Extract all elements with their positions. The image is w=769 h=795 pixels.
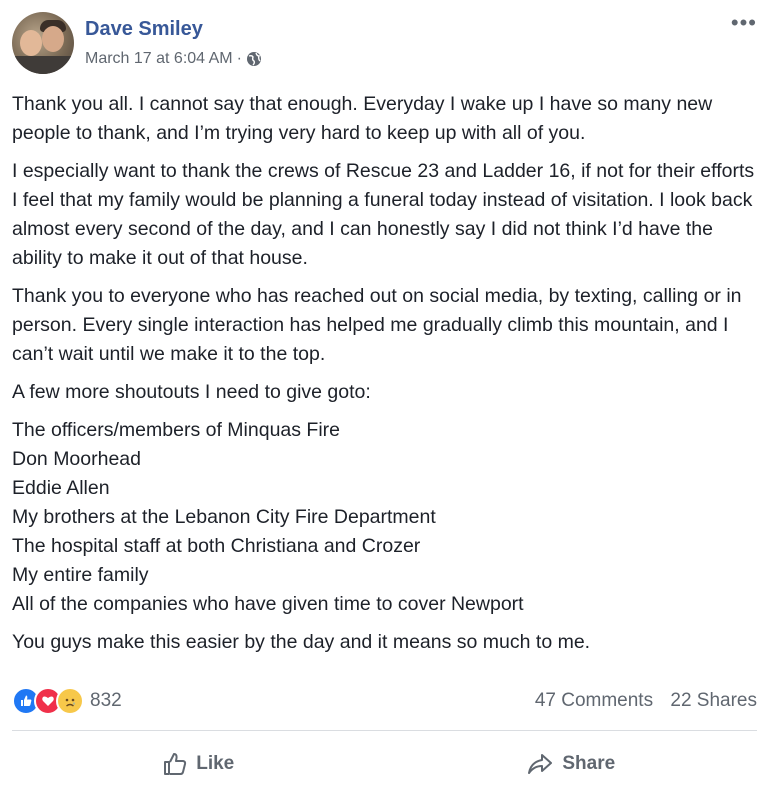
- post-stats: 832 47 Comments 22 Shares: [12, 686, 757, 716]
- shoutout-item: The officers/members of Minquas Fire: [12, 419, 341, 441]
- post-paragraph: Thank you all. I cannot say that enough.…: [12, 93, 713, 144]
- reaction-count: 832: [90, 690, 122, 711]
- meta-separator: ·: [236, 50, 242, 67]
- post-meta: March 17 at 6:04 AM ·: [85, 50, 262, 68]
- post-timestamp[interactable]: March 17 at 6:04 AM: [85, 50, 233, 68]
- shares-count[interactable]: 22 Shares: [670, 690, 757, 711]
- author-name[interactable]: Dave Smiley: [85, 18, 203, 41]
- shoutout-item: My brothers at the Lebanon City Fire Dep…: [12, 506, 436, 528]
- avatar[interactable]: [12, 12, 74, 74]
- share-label: Share: [562, 753, 616, 774]
- shoutout-item: My entire family: [12, 564, 149, 586]
- shoutout-item: Don Moorhead: [12, 448, 141, 470]
- shoutout-item: All of the companies who have given time…: [12, 593, 524, 615]
- share-icon: [528, 754, 553, 774]
- divider: [12, 730, 757, 731]
- sad-icon: [56, 687, 84, 715]
- post-paragraph: Thank you to everyone who has reached ou…: [12, 285, 742, 365]
- post-body: Thank you all. I cannot say that enough.…: [12, 90, 757, 666]
- post-paragraph: I especially want to thank the crews of …: [12, 160, 755, 269]
- share-button[interactable]: Share: [385, 740, 758, 788]
- post-header: Dave Smiley March 17 at 6:04 AM · •••: [12, 12, 757, 76]
- shoutout-item: The hospital staff at both Christiana an…: [12, 535, 421, 557]
- reactions-summary[interactable]: 832: [12, 687, 122, 715]
- comments-count[interactable]: 47 Comments: [535, 690, 653, 711]
- facebook-post: Dave Smiley March 17 at 6:04 AM · ••• Th…: [0, 0, 769, 795]
- like-button[interactable]: Like: [12, 740, 385, 788]
- like-label: Like: [196, 753, 235, 774]
- post-actions: Like Share: [12, 740, 757, 788]
- engagement-counts: 47 Comments 22 Shares: [523, 690, 757, 712]
- thumbs-up-icon: [164, 753, 187, 775]
- post-paragraph: A few more shoutouts I need to give goto…: [12, 381, 371, 403]
- shoutout-list: The officers/members of Minquas Fire Don…: [12, 416, 757, 619]
- post-closing: You guys make this easier by the day and…: [12, 631, 591, 653]
- shoutout-item: Eddie Allen: [12, 477, 110, 499]
- more-options-icon[interactable]: •••: [731, 12, 757, 34]
- globe-icon[interactable]: [246, 51, 262, 67]
